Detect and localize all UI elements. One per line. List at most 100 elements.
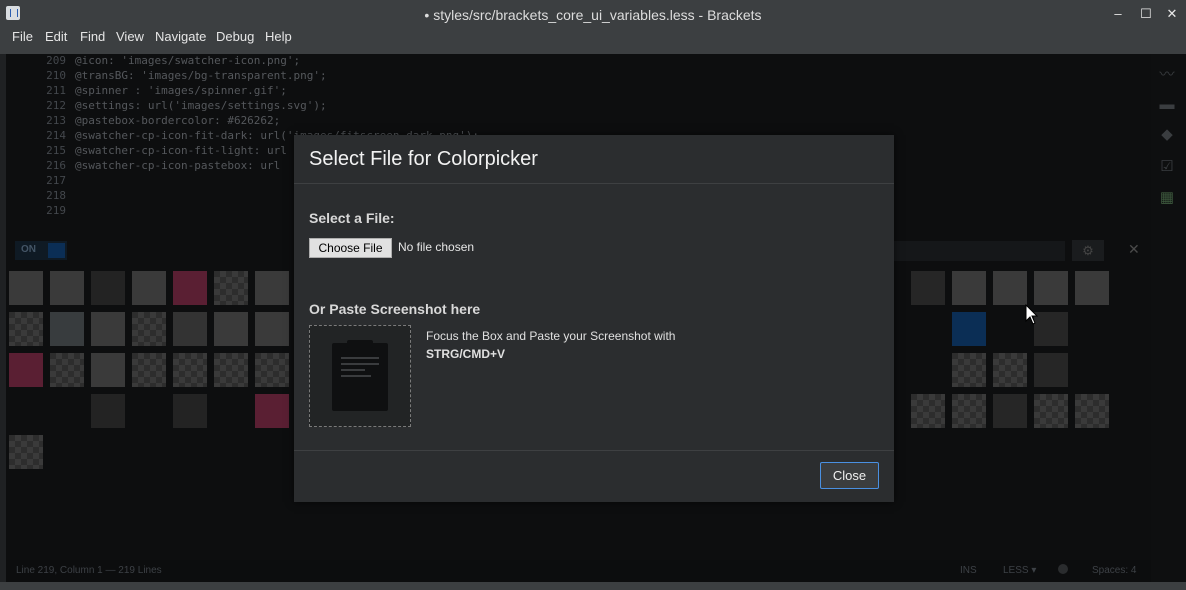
no-file-chosen-text: No file chosen [398, 240, 475, 254]
color-swatch[interactable] [214, 312, 248, 346]
title-bar: • styles/src/brackets_core_ui_variables.… [0, 0, 1186, 28]
toggle-label: ON [21, 244, 36, 255]
color-swatch[interactable] [9, 353, 43, 387]
color-swatch[interactable] [1034, 271, 1068, 305]
menu-edit[interactable]: Edit [45, 29, 67, 44]
gear-icon[interactable]: ⚙ [1072, 240, 1104, 261]
color-swatch[interactable] [173, 353, 207, 387]
color-swatch[interactable] [173, 271, 207, 305]
close-button[interactable]: Close [820, 462, 879, 489]
paste-instructions: Focus the Box and Paste your Screenshot … [426, 327, 675, 363]
select-file-label: Select a File: [309, 210, 395, 226]
line-number: 217 [46, 174, 66, 187]
color-swatch[interactable] [952, 312, 986, 346]
color-swatch[interactable] [173, 394, 207, 428]
color-swatch[interactable] [9, 271, 43, 305]
code-line: @icon: 'images/swatcher-icon.png'; [75, 54, 301, 67]
color-swatch[interactable] [1075, 271, 1109, 305]
git-icon[interactable]: ◆ [1157, 126, 1177, 144]
code-line: @spinner : 'images/spinner.gif'; [75, 84, 287, 97]
color-swatch[interactable] [911, 271, 945, 305]
menu-bar: File Edit Find View Navigate Debug Help [0, 28, 1186, 54]
color-swatch[interactable] [91, 353, 125, 387]
toggle-knob [48, 243, 65, 258]
mouse-cursor-icon [1025, 304, 1039, 325]
line-number: 210 [46, 69, 66, 82]
color-swatch[interactable] [255, 394, 289, 428]
color-swatch[interactable] [9, 312, 43, 346]
paste-screenshot-label: Or Paste Screenshot here [309, 301, 481, 317]
color-swatch[interactable] [173, 312, 207, 346]
line-number: 218 [46, 189, 66, 202]
color-swatch[interactable] [1034, 353, 1068, 387]
clipboard-icon [332, 340, 388, 411]
color-swatch[interactable] [91, 271, 125, 305]
color-swatch[interactable] [993, 353, 1027, 387]
color-swatch[interactable] [952, 271, 986, 305]
paste-instruction-text: Focus the Box and Paste your Screenshot … [426, 329, 676, 343]
extension-manager-icon[interactable]: ▬ [1157, 96, 1177, 114]
line-number: 214 [46, 129, 66, 142]
choose-file-button[interactable]: Choose File [309, 238, 392, 258]
menu-navigate[interactable]: Navigate [155, 29, 206, 44]
window-frame-bottom [0, 582, 1186, 590]
live-preview-icon[interactable]: 〰 [1157, 66, 1177, 84]
swatcher-icon[interactable]: ▦ [1157, 189, 1177, 207]
menu-find[interactable]: Find [80, 29, 105, 44]
color-swatch[interactable] [952, 394, 986, 428]
line-number: 215 [46, 144, 66, 157]
ins-mode[interactable]: INS [960, 565, 977, 576]
line-number: 212 [46, 99, 66, 112]
menu-view[interactable]: View [116, 29, 144, 44]
swatch-search-input[interactable] [893, 241, 1065, 261]
dialog-title: Select File for Colorpicker [309, 148, 538, 170]
window-title: • styles/src/brackets_core_ui_variables.… [424, 7, 762, 23]
color-swatch[interactable] [1075, 394, 1109, 428]
checkmark-icon[interactable]: ☑ [1157, 158, 1177, 176]
color-swatch[interactable] [1034, 312, 1068, 346]
color-swatch[interactable] [132, 312, 166, 346]
line-number: 216 [46, 159, 66, 172]
paste-shortcut: STRG/CMD+V [426, 347, 506, 361]
line-number: 209 [46, 54, 66, 67]
panel-close-button[interactable]: ✕ [1128, 241, 1140, 258]
color-swatch[interactable] [91, 312, 125, 346]
color-swatch[interactable] [50, 312, 84, 346]
color-swatch[interactable] [911, 394, 945, 428]
code-line: @swatcher-cp-icon-pastebox: url [75, 159, 281, 172]
color-swatch[interactable] [50, 353, 84, 387]
color-swatch[interactable] [255, 353, 289, 387]
paste-box[interactable] [309, 325, 411, 427]
line-number: 211 [46, 84, 66, 97]
menu-file[interactable]: File [12, 29, 33, 44]
color-swatch[interactable] [214, 271, 248, 305]
code-line: @settings: url('images/settings.svg'); [75, 99, 327, 112]
line-number: 219 [46, 204, 66, 217]
code-line: @pastebox-bordercolor: #626262; [75, 114, 281, 127]
close-window-button[interactable]: ✕ [1160, 3, 1184, 25]
color-swatch[interactable] [132, 271, 166, 305]
on-toggle[interactable]: ON [15, 241, 67, 260]
color-swatch[interactable] [50, 271, 84, 305]
color-swatch[interactable] [993, 271, 1027, 305]
color-swatch[interactable] [91, 394, 125, 428]
indent-spaces[interactable]: Spaces: 4 [1092, 565, 1136, 576]
color-swatch[interactable] [9, 435, 43, 469]
maximize-button[interactable]: ☐ [1134, 3, 1158, 25]
color-swatch[interactable] [993, 394, 1027, 428]
divider [294, 183, 894, 184]
color-swatch[interactable] [255, 312, 289, 346]
menu-debug[interactable]: Debug [216, 29, 254, 44]
color-swatch[interactable] [255, 271, 289, 305]
color-swatch[interactable] [214, 353, 248, 387]
status-bar: Line 219, Column 1 — 219 Lines INS LESS … [6, 560, 1151, 582]
language-select[interactable]: LESS ▾ [1003, 565, 1036, 576]
code-line: @swatcher-cp-icon-fit-light: url [75, 144, 287, 157]
minimize-button[interactable]: – [1106, 3, 1130, 25]
color-swatch[interactable] [952, 353, 986, 387]
color-swatch[interactable] [1034, 394, 1068, 428]
color-swatch[interactable] [132, 353, 166, 387]
select-file-dialog: Select File for Colorpicker Select a Fil… [294, 135, 894, 502]
menu-help[interactable]: Help [265, 29, 292, 44]
line-number: 213 [46, 114, 66, 127]
